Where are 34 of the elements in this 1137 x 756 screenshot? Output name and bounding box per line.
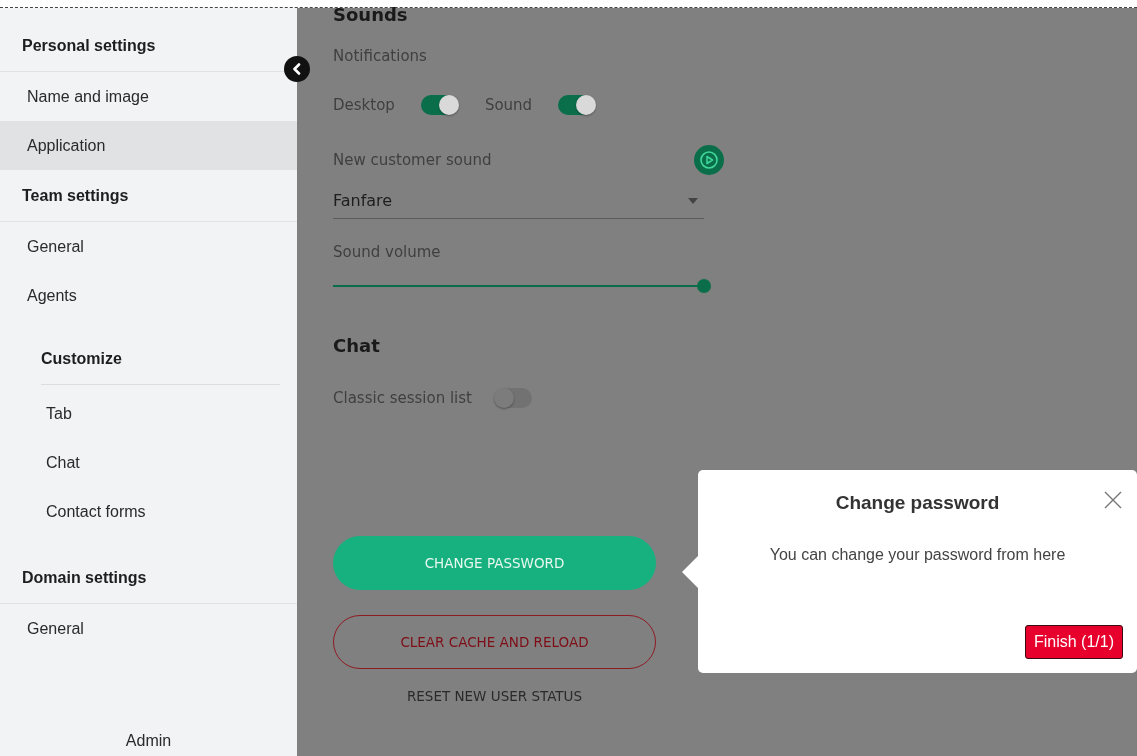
close-icon[interactable]: [1103, 490, 1123, 510]
popover-text: You can change your password from here: [769, 546, 1066, 564]
toggle-label: Desktop: [333, 96, 395, 114]
slider-thumb[interactable]: [697, 279, 711, 293]
sound-select[interactable]: Fanfare: [333, 187, 704, 219]
section-title: Domain settings: [0, 552, 297, 604]
sound-label: New customer sound: [333, 151, 492, 169]
sidebar-item[interactable]: General: [0, 604, 297, 653]
finish-button[interactable]: Finish (1/1): [1024, 625, 1123, 659]
section-title: Team settings: [0, 170, 297, 222]
toggle-label: Classic session list: [333, 389, 472, 407]
sidebar-item[interactable]: Name and image: [0, 72, 297, 121]
sidebar-item[interactable]: Contact forms: [0, 487, 297, 536]
volume-slider[interactable]: [333, 279, 711, 293]
section-heading: Chat: [333, 335, 381, 356]
chevron-left-icon: [291, 63, 303, 75]
toggle-switch[interactable]: [558, 95, 593, 115]
text-button[interactable]: RESET NEW USER STATUS: [333, 681, 656, 711]
sidebar-item[interactable]: Agents: [0, 271, 297, 320]
section-heading: Sounds: [333, 4, 409, 25]
volume-label: Sound volume: [333, 243, 442, 261]
collapse-button[interactable]: [284, 56, 310, 82]
sidebar-item[interactable]: General: [0, 222, 297, 271]
sidebar-item[interactable]: Chat: [0, 438, 297, 487]
play-button[interactable]: [694, 145, 724, 175]
section-title: Customize: [41, 349, 123, 369]
notifications-label: Notifications: [333, 47, 428, 65]
toggle-label: Sound: [484, 96, 533, 114]
play-icon: [699, 150, 719, 170]
caret-icon: [688, 197, 698, 204]
sidebar-item[interactable]: Tab: [0, 389, 297, 438]
footer-label: Admin: [125, 732, 172, 751]
sidebar-item[interactable]: Application: [0, 121, 297, 170]
popover-title: Change password: [835, 492, 1000, 514]
